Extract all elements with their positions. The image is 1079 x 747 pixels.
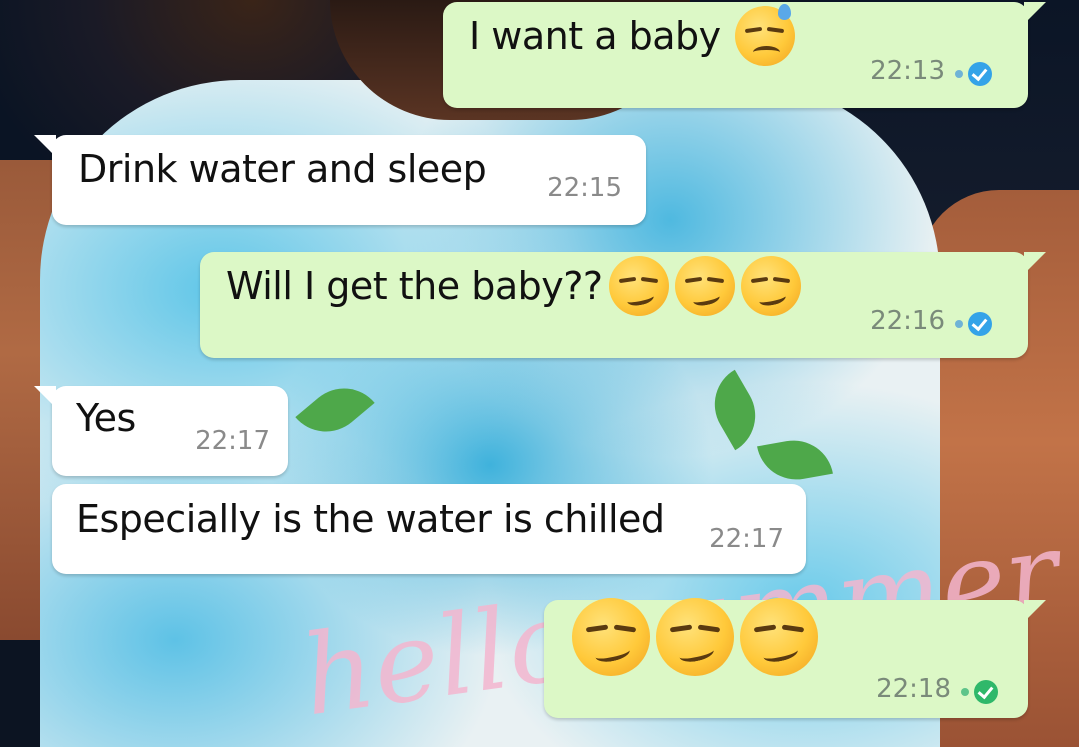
smirk-emoji-icon bbox=[674, 256, 735, 316]
read-receipt-icon bbox=[961, 680, 998, 704]
smirk-emoji-icon bbox=[656, 598, 734, 676]
message-text: I want a baby bbox=[469, 14, 721, 58]
message-timestamp: 22:17 bbox=[709, 524, 784, 554]
message-timestamp: 22:16 bbox=[870, 306, 945, 336]
read-receipt-icon bbox=[955, 312, 992, 336]
smirk-emoji-icon bbox=[572, 598, 650, 676]
sad-sweat-emoji-icon bbox=[734, 3, 795, 66]
smirk-emoji-icon bbox=[740, 598, 818, 676]
message-bubble-incoming[interactable]: Especially is the water is chilled 22:17 bbox=[52, 484, 806, 574]
message-text: Yes bbox=[76, 396, 136, 440]
message-text: Especially is the water is chilled bbox=[76, 497, 665, 541]
message-bubble-incoming[interactable]: Yes 22:17 bbox=[34, 386, 288, 476]
smirk-emoji-icon bbox=[740, 256, 801, 316]
message-bubble-incoming[interactable]: Drink water and sleep 22:15 bbox=[34, 135, 646, 225]
message-text: Will I get the baby?? bbox=[226, 264, 603, 308]
message-timestamp: 22:15 bbox=[547, 173, 622, 203]
message-timestamp: 22:13 bbox=[870, 56, 945, 86]
message-bubble-outgoing[interactable]: Will I get the baby?? 22:16 bbox=[200, 252, 1046, 358]
message-timestamp: 22:17 bbox=[195, 426, 270, 456]
message-bubble-outgoing[interactable]: I want a baby 22:13 bbox=[443, 2, 1046, 108]
read-receipt-icon bbox=[955, 62, 992, 86]
smirk-emoji-icon bbox=[608, 256, 669, 316]
message-bubble-outgoing[interactable]: 22:18 bbox=[544, 598, 1046, 718]
message-timestamp: 22:18 bbox=[876, 674, 951, 704]
message-text: Drink water and sleep bbox=[78, 147, 487, 191]
